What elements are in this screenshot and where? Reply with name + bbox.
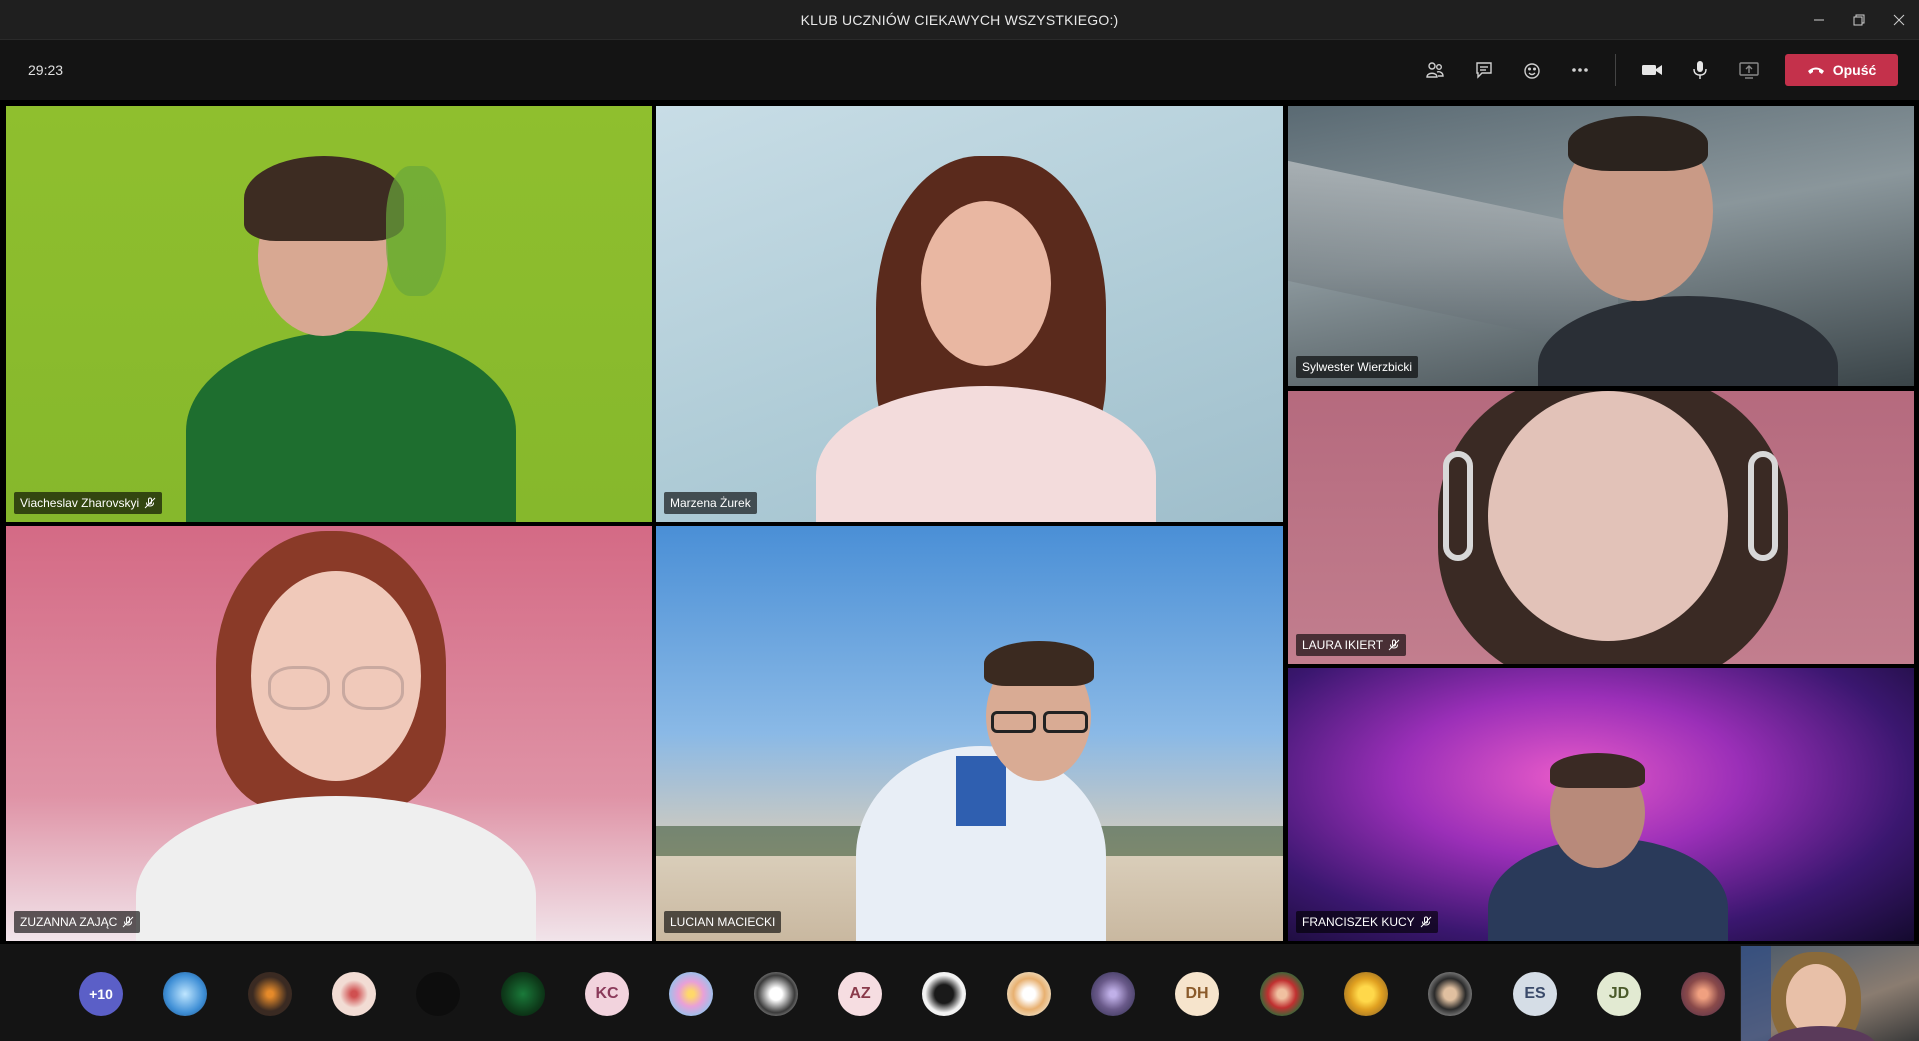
participant-figure (956, 756, 1006, 826)
participant-figure (984, 641, 1094, 686)
leave-button-label: Opuść (1832, 62, 1877, 78)
mic-off-icon (144, 497, 156, 509)
participant-name-tag: Marzena Żurek (664, 492, 757, 514)
video-tile[interactable]: LAURA IKIERT (1288, 391, 1914, 664)
more-participants-button[interactable]: +10 (79, 972, 123, 1016)
video-tile[interactable]: LUCIAN MACIECKI (656, 526, 1283, 941)
mic-off-icon (122, 916, 134, 928)
video-tile[interactable]: Viacheslav Zharovskyi (6, 106, 652, 522)
video-tile[interactable]: ZUZANNA ZAJĄC (6, 526, 652, 941)
title-bar: KLUB UCZNIÓW CIEKAWYCH WSZYSTKIEGO:) (0, 0, 1919, 40)
participant-name-tag: LAURA IKIERT (1296, 634, 1407, 656)
avatar[interactable]: DH (1175, 972, 1219, 1016)
participant-name: Marzena Żurek (670, 496, 751, 510)
avatar[interactable]: JD (1597, 972, 1641, 1016)
glasses-figure (268, 666, 330, 710)
restore-icon[interactable] (1839, 0, 1879, 40)
participant-figure (816, 386, 1156, 522)
avatar[interactable]: AZ (838, 972, 882, 1016)
camera-icon[interactable] (1636, 54, 1668, 86)
participant-roster: +10 KC AZ DH ES JD (0, 944, 1919, 1041)
participant-name-tag: ZUZANNA ZAJĄC (14, 911, 141, 933)
more-icon[interactable] (1564, 54, 1596, 86)
participant-figure (136, 796, 536, 941)
participant-figure (1488, 391, 1728, 641)
headphones-figure (1748, 451, 1778, 561)
window-title: KLUB UCZNIÓW CIEKAWYCH WSZYSTKIEGO:) (800, 12, 1119, 28)
participant-name-tag: Sylwester Wierzbicki (1296, 356, 1419, 378)
leave-button[interactable]: Opuść (1785, 54, 1898, 86)
participant-name: LUCIAN MACIECKI (670, 915, 776, 929)
participant-name: Sylwester Wierzbicki (1302, 360, 1413, 374)
avatar[interactable] (1007, 972, 1051, 1016)
avatar[interactable] (163, 972, 207, 1016)
meeting-toolbar: 29:23 Opuść (0, 40, 1919, 100)
background-figure (1741, 946, 1771, 1041)
reactions-icon[interactable] (1516, 54, 1548, 86)
chat-icon[interactable] (1468, 54, 1500, 86)
avatar[interactable] (1344, 972, 1388, 1016)
avatar[interactable] (754, 972, 798, 1016)
participant-name: FRANCISZEK KUCY (1302, 915, 1415, 929)
participant-name-tag: FRANCISZEK KUCY (1296, 911, 1438, 933)
avatar[interactable]: KC (585, 972, 629, 1016)
toolbar-divider (1615, 54, 1616, 86)
headphones-figure (1443, 451, 1473, 561)
avatar[interactable] (332, 972, 376, 1016)
glasses-figure (1043, 711, 1088, 733)
participant-figure (186, 331, 516, 522)
glasses-figure (342, 666, 404, 710)
avatar[interactable] (1428, 972, 1472, 1016)
mic-off-icon (1388, 639, 1400, 651)
avatar[interactable] (248, 972, 292, 1016)
mic-off-icon (1420, 916, 1432, 928)
background-figure (386, 166, 446, 296)
participant-name: LAURA IKIERT (1302, 638, 1384, 652)
video-tile[interactable]: Marzena Żurek (656, 106, 1283, 522)
participant-figure (1568, 116, 1708, 171)
video-tile[interactable]: Sylwester Wierzbicki (1288, 106, 1914, 386)
avatar[interactable] (1091, 972, 1135, 1016)
self-view-video[interactable] (1740, 946, 1919, 1041)
close-icon[interactable] (1879, 0, 1919, 40)
meeting-timer: 29:23 (28, 62, 64, 78)
avatar[interactable] (669, 972, 713, 1016)
video-tile[interactable]: FRANCISZEK KUCY (1288, 668, 1914, 941)
avatar[interactable] (1260, 972, 1304, 1016)
avatar[interactable]: ES (1513, 972, 1557, 1016)
avatar[interactable] (922, 972, 966, 1016)
avatar[interactable] (501, 972, 545, 1016)
microphone-icon[interactable] (1684, 54, 1716, 86)
participant-name: ZUZANNA ZAJĄC (20, 915, 118, 929)
participant-figure (1550, 753, 1645, 788)
glasses-figure (991, 711, 1036, 733)
participants-icon[interactable] (1419, 54, 1451, 86)
avatar[interactable] (1681, 972, 1725, 1016)
participant-name-tag: Viacheslav Zharovskyi (14, 492, 163, 514)
participant-figure (921, 201, 1051, 366)
share-screen-icon[interactable] (1733, 54, 1765, 86)
hang-up-icon (1807, 67, 1824, 74)
minimize-icon[interactable] (1799, 0, 1839, 40)
participant-figure (244, 156, 404, 241)
avatar[interactable] (416, 972, 460, 1016)
participant-name: Viacheslav Zharovskyi (20, 496, 140, 510)
participant-name-tag: LUCIAN MACIECKI (664, 911, 782, 933)
